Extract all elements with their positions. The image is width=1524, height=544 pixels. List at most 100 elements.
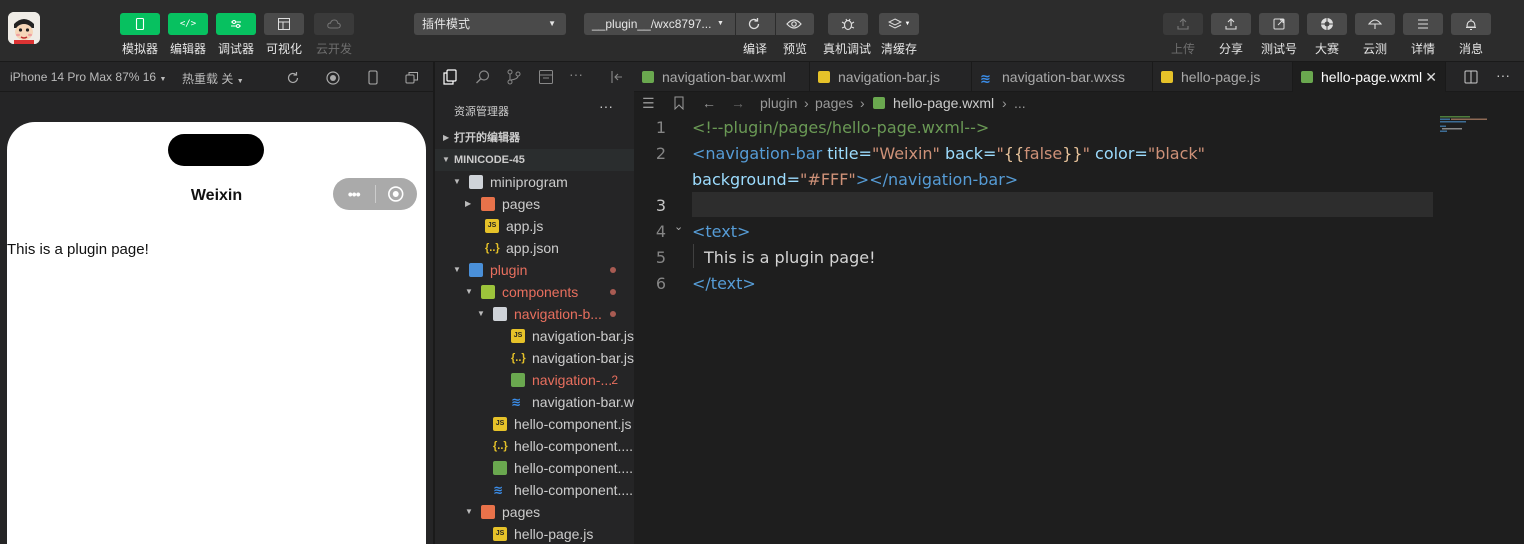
tree-folder[interactable]: ▼ components	[435, 281, 634, 303]
indent-guide	[693, 244, 694, 268]
tree-file[interactable]: ≋ hello-component....	[435, 479, 634, 501]
back-arrow-icon[interactable]: ←	[702, 92, 716, 114]
open-editors-section[interactable]: ▶ 打开的编辑器	[435, 127, 634, 149]
refresh-icon	[748, 18, 760, 30]
tree-item-label: navigation-bar.w...	[532, 394, 634, 410]
close-icon[interactable]: ✕	[1425, 62, 1437, 92]
chevron-right-icon: ›	[1002, 95, 1007, 111]
preview-button[interactable]	[786, 13, 802, 35]
path-select[interactable]: __plugin__/wxc8797...	[592, 13, 711, 35]
chevron-down-icon: ▼	[477, 309, 485, 318]
mode-select[interactable]: 插件模式 ▼	[414, 13, 566, 35]
phone-icon[interactable]	[368, 70, 378, 85]
tab-hello-page-js[interactable]: hello-page.js	[1153, 62, 1293, 92]
tree-file[interactable]: JS app.js	[435, 215, 634, 237]
bookmark-icon[interactable]	[674, 96, 684, 110]
extensions-icon[interactable]	[538, 69, 554, 85]
menu-icon	[1418, 19, 1428, 29]
upload-button[interactable]	[1163, 13, 1203, 35]
files-icon[interactable]	[442, 69, 458, 85]
simulator-button[interactable]	[120, 13, 160, 35]
tab-label: navigation-bar.wxss	[1002, 69, 1125, 85]
tree-item-label: hello-component.js	[514, 416, 632, 432]
tree-file[interactable]: ≋ navigation-bar.w...	[435, 391, 634, 413]
tab-label: hello-page.js	[1181, 69, 1261, 85]
share-button[interactable]	[1211, 13, 1251, 35]
breadcrumb-item[interactable]: ...	[1014, 92, 1026, 114]
tab-navigation-bar-js[interactable]: navigation-bar.js	[810, 62, 972, 92]
tab-navigation-bar-wxss[interactable]: ≋ navigation-bar.wxss	[972, 62, 1153, 92]
tree-folder[interactable]: ▶ pages	[435, 193, 634, 215]
tree-folder[interactable]: ▼ navigation-b...	[435, 303, 634, 325]
detach-window-icon[interactable]	[405, 71, 419, 84]
tree-file[interactable]: JS navigation-bar.js	[435, 325, 634, 347]
forward-arrow-icon[interactable]: →	[731, 92, 745, 114]
tree-folder[interactable]: ▼ plugin	[435, 259, 634, 281]
more-icon[interactable]: ···	[1496, 67, 1510, 83]
more-icon[interactable]: ···	[569, 66, 583, 82]
clear-cache-button[interactable]: ▼	[879, 13, 919, 35]
compile-button[interactable]	[747, 13, 761, 35]
preview-label: 预览	[782, 42, 807, 56]
list-icon[interactable]: ☰	[642, 92, 655, 114]
code-line: <!--plugin/pages/hello-page.wxml-->	[692, 118, 990, 137]
modified-dot	[610, 267, 616, 273]
tree-file[interactable]: {..} app.json	[435, 237, 634, 259]
bell-icon	[1466, 18, 1476, 30]
device-debug-button[interactable]	[828, 13, 868, 35]
tree-file[interactable]: {..} hello-component....	[435, 435, 634, 457]
collapse-panel-icon[interactable]	[610, 70, 624, 84]
hot-reload-select[interactable]: 热重载 关 ▼	[182, 70, 244, 87]
folder-icon	[469, 263, 483, 277]
details-button[interactable]	[1403, 13, 1443, 35]
breadcrumb-item[interactable]: pages	[815, 92, 853, 114]
code-editor[interactable]: 1 2 3 4 ⌄ 5 6 <!--plugin/pages/hello-pag…	[634, 114, 1524, 544]
explorer-header: 资源管理器 ···	[435, 98, 634, 120]
test-account-button[interactable]	[1259, 13, 1299, 35]
cloud-dev-button[interactable]	[314, 13, 354, 35]
debugger-button[interactable]	[216, 13, 256, 35]
contest-button[interactable]	[1307, 13, 1347, 35]
minimap[interactable]	[1440, 114, 1524, 174]
tree-file[interactable]: JS hello-page.js	[435, 523, 634, 544]
line-number: 2	[655, 144, 666, 163]
tree-file[interactable]: navigation-... 2	[435, 369, 634, 391]
project-section[interactable]: ▼ MINICODE-45	[435, 149, 634, 171]
line-number: 1	[655, 118, 666, 137]
json-file-icon: {..}	[493, 440, 508, 452]
breadcrumb-item[interactable]: hello-page.wxml	[893, 92, 994, 114]
tree-file[interactable]: {..} navigation-bar.js...	[435, 347, 634, 369]
search-icon[interactable]	[475, 69, 491, 85]
breadcrumb-item[interactable]: plugin	[760, 92, 797, 114]
source-control-icon[interactable]	[506, 69, 522, 85]
visual-button[interactable]	[264, 13, 304, 35]
chevron-down-icon: ▼	[453, 177, 461, 186]
split-editor-icon[interactable]	[1464, 70, 1478, 84]
tree-folder[interactable]: ▼ pages	[435, 501, 634, 523]
folder-icon	[481, 505, 495, 519]
tree-file[interactable]: hello-component....	[435, 457, 634, 479]
tree-file[interactable]: JS hello-component.js	[435, 413, 634, 435]
tab-hello-page-wxml[interactable]: hello-page.wxml ✕	[1293, 62, 1446, 92]
wxml-file-icon	[873, 97, 885, 109]
record-icon[interactable]	[326, 71, 340, 85]
close-circle-icon[interactable]	[375, 185, 417, 203]
menu-capsule[interactable]: •••	[333, 178, 417, 210]
user-avatar[interactable]	[8, 12, 40, 44]
code-line: </text>	[692, 274, 756, 293]
editor-button[interactable]: </>	[168, 13, 208, 35]
mode-select-value: 插件模式	[422, 17, 471, 31]
messages-button[interactable]	[1451, 13, 1491, 35]
tree-folder[interactable]: ▼ miniprogram	[435, 171, 634, 193]
more-dots-icon[interactable]: •••	[333, 186, 375, 202]
code-line: <navigation-bar title="Weixin" back="{{f…	[692, 144, 1206, 163]
rotate-icon[interactable]	[286, 71, 300, 85]
fold-chevron-icon[interactable]: ⌄	[674, 220, 683, 233]
tab-navigation-bar-wxml[interactable]: navigation-bar.wxml	[634, 62, 810, 92]
more-icon[interactable]: ···	[599, 98, 613, 114]
cloud-test-button[interactable]	[1355, 13, 1395, 35]
tree-item-label: hello-component....	[514, 482, 634, 498]
device-select[interactable]: iPhone 14 Pro Max 87% 16 ▼	[10, 70, 166, 84]
tree-item-label: navigation-...	[532, 372, 613, 388]
tree-item-label: navigation-bar.js	[532, 328, 634, 344]
